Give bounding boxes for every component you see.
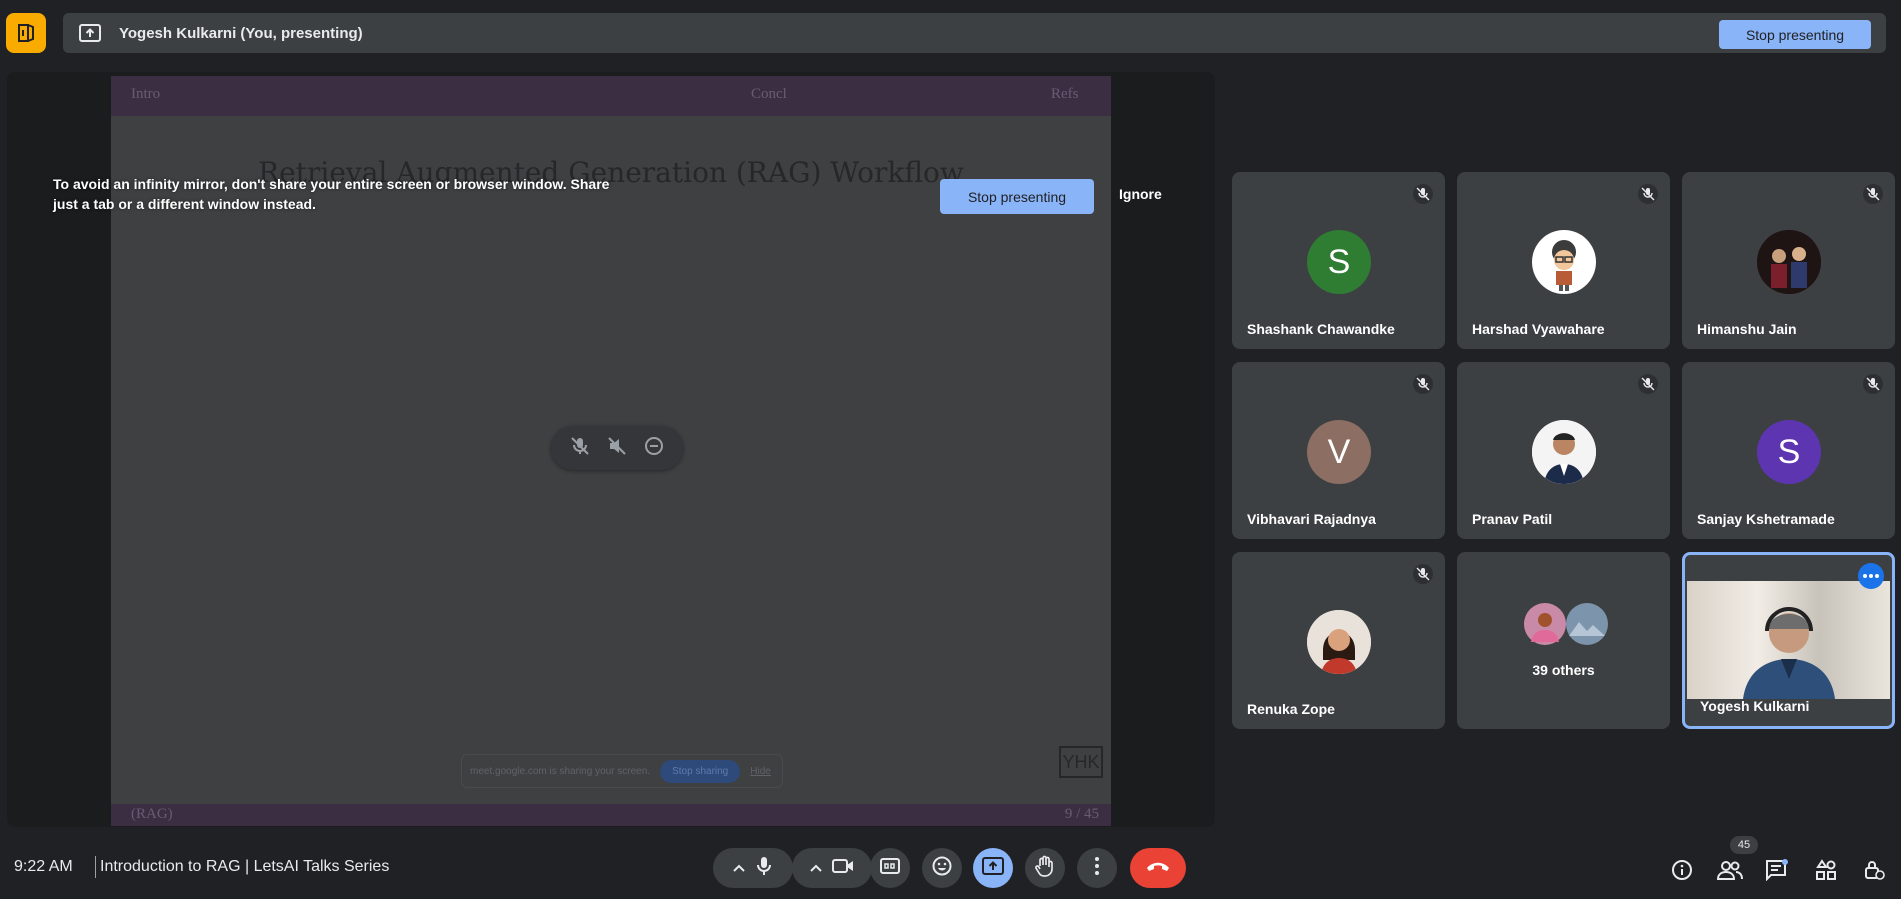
host-controls-icon[interactable] <box>1860 856 1888 884</box>
stop-sharing-button[interactable]: Stop sharing <box>660 759 741 783</box>
slide-nav-bar: Intro Concl Refs <box>111 76 1111 116</box>
avatar: V <box>1307 420 1371 484</box>
participant-name: Harshad Vyawahare <box>1472 321 1605 337</box>
presenter-title: Yogesh Kulkarni (You, presenting) <box>119 24 363 42</box>
meet-logo-icon[interactable] <box>6 13 46 53</box>
slide-page-number: 9 / 45 <box>1064 806 1099 822</box>
self-video <box>1687 581 1890 699</box>
slide-nav-item: Intro <box>131 86 161 102</box>
avatar: S <box>1307 230 1371 294</box>
participant-tile[interactable]: Pranav Patil <box>1457 362 1670 539</box>
participant-name: Shashank Chawandke <box>1247 321 1395 337</box>
presenting-bar: Yogesh Kulkarni (You, presenting) Stop p… <box>63 13 1886 53</box>
volume-off-icon[interactable] <box>606 435 628 462</box>
more-options-icon[interactable] <box>1858 563 1884 589</box>
captions-icon <box>880 857 900 879</box>
camera-icon[interactable] <box>832 858 854 879</box>
chevron-up-icon[interactable] <box>733 859 745 877</box>
remove-icon[interactable] <box>643 435 665 462</box>
participant-name: Sanjay Kshetramade <box>1697 511 1835 527</box>
bottom-bar: 9:22 AM Introduction to RAG | LetsAI Tal… <box>0 840 1901 896</box>
slide-logo: YHK <box>1059 746 1103 778</box>
people-icon[interactable] <box>1716 856 1744 884</box>
participant-tile[interactable]: Renuka Zope <box>1232 552 1445 729</box>
present-screen-icon <box>982 856 1004 880</box>
chevron-up-icon[interactable] <box>810 859 822 877</box>
stop-presenting-button[interactable]: Stop presenting <box>1719 20 1871 49</box>
participant-tile[interactable]: Harshad Vyawahare <box>1457 172 1670 349</box>
chat-icon[interactable] <box>1763 856 1791 884</box>
activities-icon[interactable] <box>1812 856 1840 884</box>
participant-name: Pranav Patil <box>1472 511 1553 527</box>
mic-off-icon[interactable] <box>569 435 591 462</box>
end-call-icon <box>1145 859 1171 877</box>
participant-name: Renuka Zope <box>1247 701 1335 717</box>
slide-footer-left: (RAG) <box>131 806 173 822</box>
clock: 9:22 AM <box>14 858 73 875</box>
present-button[interactable] <box>973 848 1013 888</box>
avatar <box>1757 230 1821 294</box>
camera-control[interactable] <box>792 848 872 888</box>
slide-nav-item: Concl <box>751 86 787 102</box>
participant-name: Vibhavari Rajadnya <box>1247 511 1376 527</box>
shared-screen-stage: Intro Concl Refs Retrieval Augmented Gen… <box>7 72 1215 827</box>
share-notice-text: meet.google.com is sharing your screen. <box>470 765 651 777</box>
leave-call-button[interactable] <box>1130 848 1186 888</box>
participant-tile[interactable]: Himanshu Jain <box>1682 172 1895 349</box>
avatar: S <box>1757 420 1821 484</box>
avatar <box>1532 420 1596 484</box>
others-avatars <box>1523 602 1609 646</box>
participant-tile[interactable]: S Shashank Chawandke <box>1232 172 1445 349</box>
hand-icon <box>1035 855 1055 882</box>
mic-off-icon <box>1638 374 1658 394</box>
raise-hand-button[interactable] <box>1025 848 1065 888</box>
mic-off-icon <box>1863 184 1883 204</box>
microphone-control[interactable] <box>713 848 793 888</box>
mic-off-icon <box>1413 564 1433 584</box>
participant-count-badge: 45 <box>1730 836 1758 854</box>
participant-tile[interactable]: S Sanjay Kshetramade <box>1682 362 1895 539</box>
participant-name: Himanshu Jain <box>1697 321 1797 337</box>
more-options-button[interactable] <box>1077 848 1117 888</box>
self-name: Yogesh Kulkarni <box>1700 698 1810 714</box>
captions-button[interactable] <box>870 848 910 888</box>
participant-tile[interactable]: V Vibhavari Rajadnya <box>1232 362 1445 539</box>
mic-off-icon <box>1863 374 1883 394</box>
slide-nav-item: Refs <box>1051 86 1079 102</box>
mic-off-icon <box>1638 184 1658 204</box>
others-count-label: 39 others <box>1532 662 1595 678</box>
present-screen-icon <box>79 24 101 42</box>
screen-share-notice: meet.google.com is sharing your screen. … <box>461 754 783 788</box>
tile-hover-controls <box>551 426 683 470</box>
mic-off-icon <box>1413 374 1433 394</box>
divider <box>95 856 96 878</box>
reactions-button[interactable] <box>922 848 962 888</box>
slide-footer: (RAG) 9 / 45 <box>111 804 1111 826</box>
mic-off-icon <box>1413 184 1433 204</box>
self-view-tile[interactable]: Yogesh Kulkarni <box>1682 552 1895 729</box>
ignore-button[interactable]: Ignore <box>1119 186 1162 202</box>
meeting-info-icon[interactable] <box>1668 856 1696 884</box>
avatar <box>1532 230 1596 294</box>
mic-icon[interactable] <box>755 856 773 881</box>
infinity-mirror-warning: To avoid an infinity mirror, don't share… <box>53 176 610 212</box>
avatar <box>1307 610 1371 674</box>
warning-stop-presenting-button[interactable]: Stop presenting <box>940 179 1094 214</box>
hide-link[interactable]: Hide <box>750 766 771 777</box>
more-vert-icon <box>1095 856 1099 880</box>
others-tile[interactable]: 39 others <box>1457 552 1670 729</box>
meeting-title: Introduction to RAG | LetsAI Talks Serie… <box>100 858 390 875</box>
emoji-icon <box>932 856 952 881</box>
